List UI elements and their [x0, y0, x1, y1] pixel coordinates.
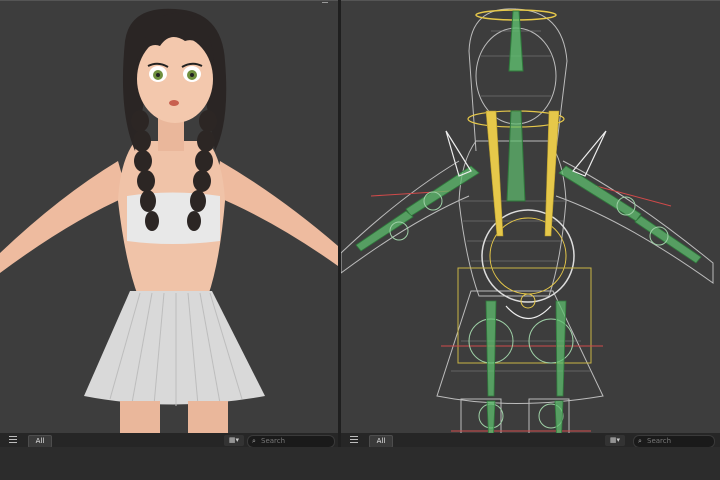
hamburger-menu-icon[interactable] [9, 436, 17, 443]
character-render [0, 8, 338, 446]
hamburger-menu-icon[interactable] [350, 436, 358, 443]
right-viewport[interactable] [341, 0, 720, 446]
rig-wireframe [341, 8, 714, 446]
right-viewport-header: All ▦▾ ⌕ Search [341, 433, 720, 448]
search-icon: ⌕ [638, 437, 642, 445]
app-window: All ▦▾ ⌕ Search All ▦▾ ⌕ Search [0, 0, 720, 480]
grid-icon[interactable]: ▦▾ [605, 435, 625, 446]
lower-area [0, 447, 720, 480]
search-placeholder: Search [647, 437, 672, 445]
left-viewport[interactable] [0, 0, 338, 446]
left-viewport-header: All ▦▾ ⌕ Search [0, 433, 338, 448]
search-icon: ⌕ [252, 437, 256, 445]
grid-icon[interactable]: ▦▾ [224, 435, 244, 446]
search-placeholder: Search [261, 437, 286, 445]
